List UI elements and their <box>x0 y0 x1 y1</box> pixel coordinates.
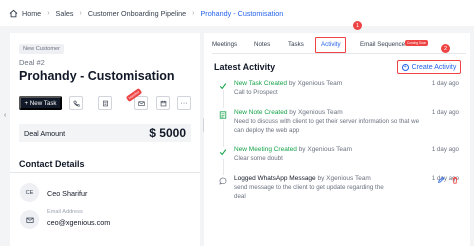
meeting-check-icon <box>219 148 227 156</box>
create-activity-button[interactable]: + Create Activity <box>397 60 461 74</box>
more-horizontal-icon: ··· <box>180 99 188 107</box>
email-icon-container <box>20 210 39 229</box>
home-icon[interactable] <box>9 9 18 18</box>
contact-name: Ceo Sharifur <box>47 189 88 198</box>
email-icon <box>25 217 34 223</box>
timeline-connector <box>223 159 224 175</box>
divider <box>10 172 200 173</box>
latest-activity-heading: Latest Activity <box>214 62 276 72</box>
plus-circle-icon: + <box>401 63 409 71</box>
breadcrumb-sales[interactable]: Sales <box>56 9 74 18</box>
chevron-left-icon[interactable]: ‹ <box>4 112 6 119</box>
contact-details-heading: Contact Details <box>19 159 85 169</box>
new-task-button[interactable]: + New Task <box>19 96 62 110</box>
activity-item-title: New Task Created by Xgenious Team <box>234 80 343 87</box>
tab-meetings[interactable]: Meetings <box>212 41 237 48</box>
avatar: CE <box>20 183 39 202</box>
email-icon <box>137 100 145 106</box>
activity-item-description: Need to discuss with client to get their… <box>234 118 420 125</box>
calendar-icon <box>160 100 166 106</box>
activity-item-time: 1 day ago <box>431 109 459 116</box>
tab-notes[interactable]: Notes <box>254 41 270 48</box>
tab-activity[interactable]: Activity <box>321 41 341 48</box>
chevron-right-icon: › <box>192 9 195 17</box>
phone-icon <box>73 100 80 107</box>
activity-item-time: 1 day ago <box>431 146 459 153</box>
breadcrumb-current: Prohandy - Customisation <box>200 8 284 18</box>
activity-item-time: 1 day ago <box>431 80 459 87</box>
more-options-button[interactable]: ··· <box>177 96 191 110</box>
note-icon <box>102 100 108 106</box>
activity-item-title: Logged WhatsApp Message by Xgenious Team <box>234 175 371 182</box>
deal-title: Prohandy - Customisation <box>19 69 175 83</box>
delete-icon[interactable] <box>451 176 459 184</box>
chat-icon <box>219 177 227 185</box>
timeline-connector <box>223 90 224 108</box>
calendar-button[interactable] <box>156 96 170 110</box>
note-icon <box>219 111 227 119</box>
note-button[interactable] <box>98 96 112 110</box>
breadcrumb-home[interactable]: Home <box>22 9 41 18</box>
chevron-right-icon: › <box>47 9 50 17</box>
deal-number: Deal #2 <box>19 58 45 67</box>
email-value[interactable]: ceo@xgenious.com <box>47 218 110 227</box>
tab-tasks[interactable]: Tasks <box>288 41 304 48</box>
tab-email-sequence[interactable]: Email Sequence <box>360 41 405 48</box>
deal-amount-value: $ 5000 <box>149 126 186 140</box>
activity-item-description: send message to the client to get update… <box>234 184 384 191</box>
deal-amount-row: Deal Amount $ 5000 <box>19 124 191 142</box>
edit-icon[interactable] <box>437 176 445 184</box>
deal-amount-label: Deal Amount <box>24 128 66 138</box>
tabs-divider <box>212 53 466 54</box>
email-label: Email Address <box>47 209 83 215</box>
step-marker-1: 1 <box>353 21 362 30</box>
email-button[interactable] <box>134 96 148 110</box>
activity-item-title: New Meeting Created by Xgenious Team <box>234 146 353 153</box>
activity-item-description-line2: can deploy the web app <box>234 127 300 134</box>
task-check-icon <box>219 82 227 90</box>
activity-item-description-line2: deal <box>234 193 246 200</box>
timeline-connector <box>223 120 224 147</box>
breadcrumb: Home › Sales › Customer Onboarding Pipel… <box>0 0 474 26</box>
activity-item-description: Clear some doubt <box>234 155 283 162</box>
coming-soon-badge: Coming Soon <box>405 40 429 46</box>
phone-button[interactable] <box>69 96 83 110</box>
activity-item-description: Call to Prospect <box>234 89 278 96</box>
step-marker-2: 2 <box>441 44 450 53</box>
breadcrumb-pipeline[interactable]: Customer Onboarding Pipeline <box>88 9 186 18</box>
activity-item-title: New Note Created by Xgenious Team <box>234 109 343 116</box>
create-activity-label: Create Activity <box>411 63 457 71</box>
status-badge: New Customer <box>19 44 64 54</box>
chevron-right-icon: › <box>79 9 82 17</box>
